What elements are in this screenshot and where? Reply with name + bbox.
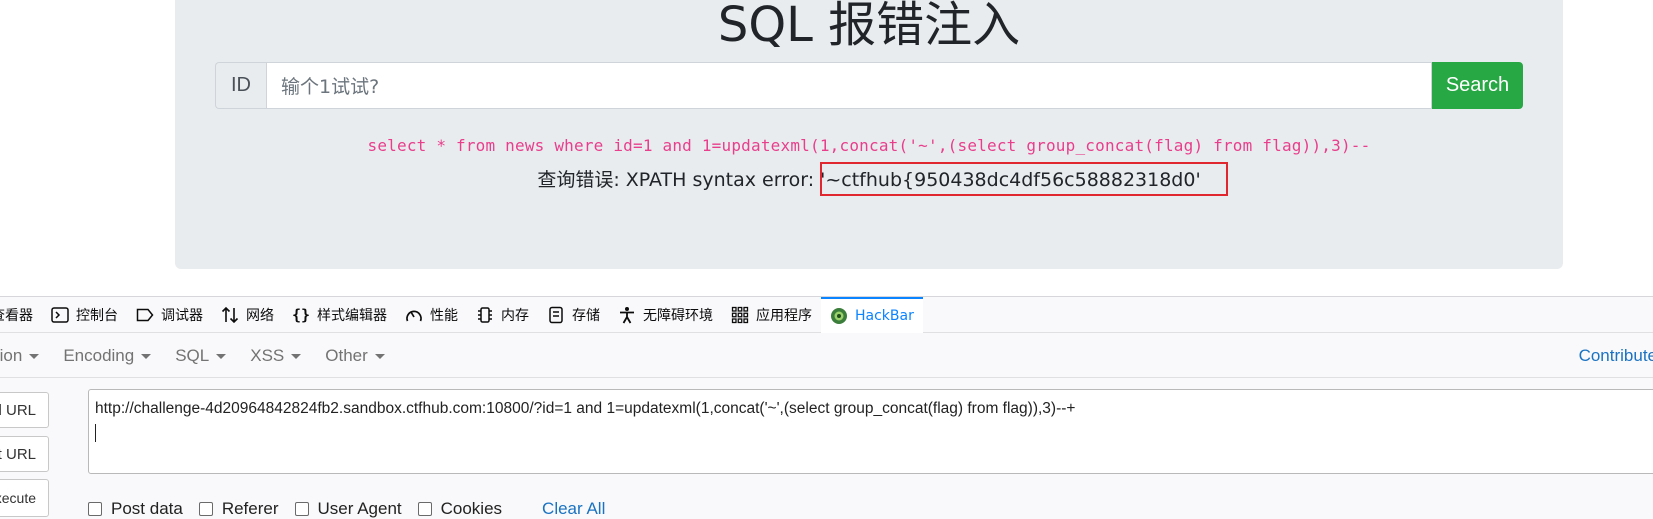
devtools-panel: 查看器 控制台 调试器 网络 {} 样式编辑器 <box>0 296 1653 519</box>
storage-icon <box>546 305 566 325</box>
tab-style-editor[interactable]: {} 样式编辑器 <box>283 297 396 333</box>
chevron-down-icon <box>216 353 227 359</box>
execute-button[interactable]: Execute <box>0 479 49 517</box>
tab-storage-label: 存储 <box>572 307 600 324</box>
checkbox-icon <box>294 502 309 516</box>
tab-application-label: 应用程序 <box>756 307 812 324</box>
tab-memory-label: 内存 <box>501 307 529 324</box>
cookies-checkbox[interactable]: Cookies <box>417 499 503 519</box>
text-cursor <box>95 424 96 442</box>
referer-checkbox[interactable]: Referer <box>198 499 279 519</box>
split-url-button[interactable]: Split URL <box>0 436 49 472</box>
post-data-checkbox[interactable]: Post data <box>88 499 183 519</box>
menu-other[interactable]: Other <box>325 346 385 366</box>
tab-application[interactable]: 应用程序 <box>722 297 821 333</box>
menu-encoding[interactable]: Encoding <box>63 346 152 366</box>
error-prefix: 查询错误: XPATH syntax error: <box>537 169 821 191</box>
debugger-icon <box>135 305 155 325</box>
chevron-down-icon <box>291 353 302 359</box>
tab-network-label: 网络 <box>246 307 274 324</box>
checkbox-icon <box>88 502 102 516</box>
menu-other-label: Other <box>325 346 368 365</box>
user-agent-label: User Agent <box>317 499 402 518</box>
tab-debugger-label: 调试器 <box>161 307 203 324</box>
clear-all-link[interactable]: Clear All <box>542 499 605 519</box>
post-data-label: Post data <box>111 499 183 518</box>
sql-query-text: select * from news where id=1 and 1=upda… <box>367 136 1371 155</box>
search-form: ID 输个1试试? Search <box>215 62 1523 109</box>
id-input[interactable]: 输个1试试? <box>266 62 1432 109</box>
load-url-button[interactable]: Load URL <box>0 392 49 428</box>
chevron-down-icon <box>29 353 40 359</box>
menu-sql[interactable]: SQL <box>175 346 227 366</box>
style-editor-icon: {} <box>291 305 311 324</box>
load-url-label: Load URL <box>0 401 36 419</box>
search-button[interactable]: Search <box>1432 62 1523 109</box>
execute-label: Execute <box>0 490 36 506</box>
memory-icon <box>475 305 495 325</box>
menu-encoding-label: Encoding <box>63 346 135 365</box>
chevron-down-icon <box>374 353 385 359</box>
checkbox-icon <box>198 502 213 516</box>
console-icon <box>50 305 70 325</box>
tab-network[interactable]: 网络 <box>212 297 283 333</box>
cookies-label: Cookies <box>440 499 503 518</box>
network-icon <box>220 305 240 325</box>
flag-highlight-box <box>820 162 1228 196</box>
menu-encryption-label: Encryption <box>0 346 23 365</box>
tab-accessibility[interactable]: 无障碍环境 <box>609 297 722 333</box>
menu-xss-label: XSS <box>250 346 285 365</box>
options-row: Post data Referer User Agent Cookies Cle… <box>88 497 605 519</box>
split-url-label: Split URL <box>0 445 36 463</box>
tab-console[interactable]: 控制台 <box>42 297 127 333</box>
contribute-link[interactable]: Contribute <box>1579 346 1653 366</box>
menu-sql-label: SQL <box>175 346 210 365</box>
tab-storage[interactable]: 存储 <box>538 297 609 333</box>
performance-icon <box>404 305 424 325</box>
devtools-tabbar: 查看器 控制台 调试器 网络 {} 样式编辑器 <box>0 296 1653 333</box>
user-agent-checkbox[interactable]: User Agent <box>294 499 402 519</box>
tab-performance-label: 性能 <box>430 307 458 324</box>
tab-style-editor-label: 样式编辑器 <box>317 307 387 324</box>
tab-console-label: 控制台 <box>76 307 118 324</box>
id-label: ID <box>215 62 266 109</box>
tab-performance[interactable]: 性能 <box>396 297 467 333</box>
menu-xss[interactable]: XSS <box>250 346 302 366</box>
jumbotron: SQL 报错注入 ID 输个1试试? Search select * from … <box>175 0 1563 269</box>
accessibility-icon <box>617 305 637 325</box>
tab-inspector[interactable]: 查看器 <box>0 297 42 333</box>
tab-inspector-label: 查看器 <box>0 307 33 324</box>
hackbar-menu: Encryption Encoding SQL XSS Other Contri… <box>0 334 1653 378</box>
hackbar-icon <box>829 306 849 326</box>
chevron-down-icon <box>141 353 152 359</box>
menu-encryption[interactable]: Encryption <box>0 346 40 366</box>
tab-hackbar[interactable]: HackBar <box>821 296 923 333</box>
referer-label: Referer <box>221 499 279 518</box>
tab-hackbar-label: HackBar <box>855 307 914 324</box>
tab-memory[interactable]: 内存 <box>467 297 538 333</box>
url-text: http://challenge-4d20964842824fb2.sandbo… <box>95 400 1076 417</box>
page-title: SQL 报错注入 <box>717 0 1021 53</box>
url-textarea[interactable]: http://challenge-4d20964842824fb2.sandbo… <box>88 389 1653 474</box>
tab-debugger[interactable]: 调试器 <box>127 297 212 333</box>
application-icon <box>730 305 750 325</box>
tab-accessibility-label: 无障碍环境 <box>643 307 713 324</box>
checkbox-icon <box>417 502 432 516</box>
